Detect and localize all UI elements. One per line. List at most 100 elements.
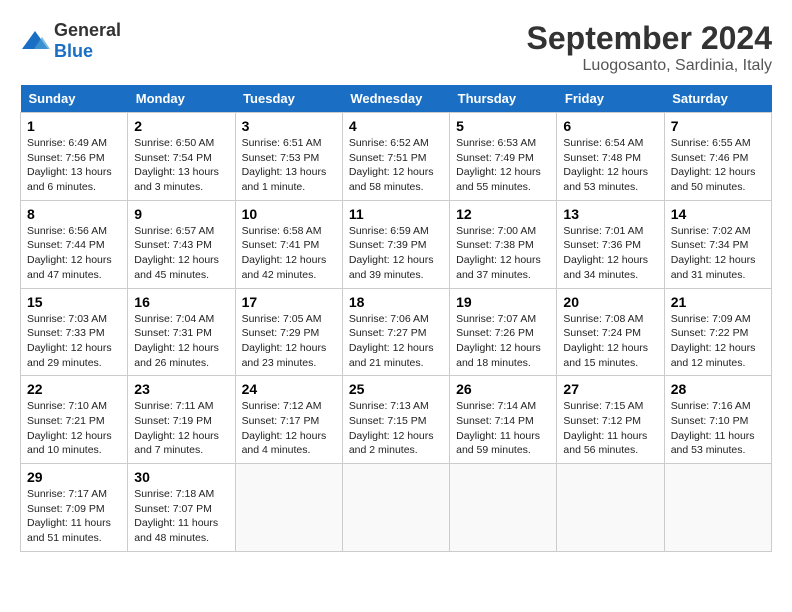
calendar-cell: 19 Sunrise: 7:07 AMSunset: 7:26 PMDaylig… xyxy=(450,288,557,376)
date-number: 4 xyxy=(349,118,443,134)
cell-info: Sunrise: 7:14 AMSunset: 7:14 PMDaylight:… xyxy=(456,400,540,456)
date-number: 27 xyxy=(563,381,657,397)
date-number: 28 xyxy=(671,381,765,397)
calendar-cell: 12 Sunrise: 7:00 AMSunset: 7:38 PMDaylig… xyxy=(450,200,557,288)
calendar-cell: 28 Sunrise: 7:16 AMSunset: 7:10 PMDaylig… xyxy=(664,376,771,464)
date-number: 3 xyxy=(242,118,336,134)
header-thursday: Thursday xyxy=(450,85,557,113)
calendar-cell: 1 Sunrise: 6:49 AMSunset: 7:56 PMDayligh… xyxy=(21,113,128,201)
calendar-cell: 3 Sunrise: 6:51 AMSunset: 7:53 PMDayligh… xyxy=(235,113,342,201)
cell-info: Sunrise: 7:09 AMSunset: 7:22 PMDaylight:… xyxy=(671,313,756,369)
calendar-cell xyxy=(235,464,342,552)
calendar-cell: 22 Sunrise: 7:10 AMSunset: 7:21 PMDaylig… xyxy=(21,376,128,464)
calendar-cell: 5 Sunrise: 6:53 AMSunset: 7:49 PMDayligh… xyxy=(450,113,557,201)
location-title: Luogosanto, Sardinia, Italy xyxy=(527,57,772,75)
calendar-cell: 10 Sunrise: 6:58 AMSunset: 7:41 PMDaylig… xyxy=(235,200,342,288)
cell-info: Sunrise: 6:55 AMSunset: 7:46 PMDaylight:… xyxy=(671,137,756,193)
calendar-cell: 14 Sunrise: 7:02 AMSunset: 7:34 PMDaylig… xyxy=(664,200,771,288)
date-number: 26 xyxy=(456,381,550,397)
date-number: 8 xyxy=(27,206,121,222)
cell-info: Sunrise: 6:54 AMSunset: 7:48 PMDaylight:… xyxy=(563,137,648,193)
date-number: 15 xyxy=(27,294,121,310)
week-row-5: 29 Sunrise: 7:17 AMSunset: 7:09 PMDaylig… xyxy=(21,464,772,552)
calendar-cell: 11 Sunrise: 6:59 AMSunset: 7:39 PMDaylig… xyxy=(342,200,449,288)
logo-text: General Blue xyxy=(54,20,121,62)
cell-info: Sunrise: 6:56 AMSunset: 7:44 PMDaylight:… xyxy=(27,225,112,281)
date-number: 16 xyxy=(134,294,228,310)
header-wednesday: Wednesday xyxy=(342,85,449,113)
date-number: 17 xyxy=(242,294,336,310)
calendar-cell xyxy=(342,464,449,552)
calendar-cell: 17 Sunrise: 7:05 AMSunset: 7:29 PMDaylig… xyxy=(235,288,342,376)
calendar-cell: 6 Sunrise: 6:54 AMSunset: 7:48 PMDayligh… xyxy=(557,113,664,201)
date-number: 5 xyxy=(456,118,550,134)
calendar-cell: 29 Sunrise: 7:17 AMSunset: 7:09 PMDaylig… xyxy=(21,464,128,552)
date-number: 14 xyxy=(671,206,765,222)
cell-info: Sunrise: 6:49 AMSunset: 7:56 PMDaylight:… xyxy=(27,137,112,193)
calendar-cell: 27 Sunrise: 7:15 AMSunset: 7:12 PMDaylig… xyxy=(557,376,664,464)
calendar-cell xyxy=(664,464,771,552)
date-number: 10 xyxy=(242,206,336,222)
date-number: 30 xyxy=(134,469,228,485)
calendar-header-row: SundayMondayTuesdayWednesdayThursdayFrid… xyxy=(21,85,772,113)
header-monday: Monday xyxy=(128,85,235,113)
date-number: 13 xyxy=(563,206,657,222)
calendar-cell: 23 Sunrise: 7:11 AMSunset: 7:19 PMDaylig… xyxy=(128,376,235,464)
page-header: General Blue September 2024 Luogosanto, … xyxy=(20,20,772,75)
cell-info: Sunrise: 6:52 AMSunset: 7:51 PMDaylight:… xyxy=(349,137,434,193)
calendar-cell: 18 Sunrise: 7:06 AMSunset: 7:27 PMDaylig… xyxy=(342,288,449,376)
date-number: 19 xyxy=(456,294,550,310)
date-number: 11 xyxy=(349,206,443,222)
calendar-table: SundayMondayTuesdayWednesdayThursdayFrid… xyxy=(20,85,772,552)
cell-info: Sunrise: 7:11 AMSunset: 7:19 PMDaylight:… xyxy=(134,400,219,456)
cell-info: Sunrise: 7:05 AMSunset: 7:29 PMDaylight:… xyxy=(242,313,327,369)
cell-info: Sunrise: 7:12 AMSunset: 7:17 PMDaylight:… xyxy=(242,400,327,456)
calendar-cell: 4 Sunrise: 6:52 AMSunset: 7:51 PMDayligh… xyxy=(342,113,449,201)
week-row-4: 22 Sunrise: 7:10 AMSunset: 7:21 PMDaylig… xyxy=(21,376,772,464)
cell-info: Sunrise: 6:59 AMSunset: 7:39 PMDaylight:… xyxy=(349,225,434,281)
date-number: 6 xyxy=(563,118,657,134)
date-number: 2 xyxy=(134,118,228,134)
date-number: 20 xyxy=(563,294,657,310)
date-number: 22 xyxy=(27,381,121,397)
date-number: 24 xyxy=(242,381,336,397)
calendar-cell: 2 Sunrise: 6:50 AMSunset: 7:54 PMDayligh… xyxy=(128,113,235,201)
calendar-cell: 25 Sunrise: 7:13 AMSunset: 7:15 PMDaylig… xyxy=(342,376,449,464)
calendar-cell: 16 Sunrise: 7:04 AMSunset: 7:31 PMDaylig… xyxy=(128,288,235,376)
calendar-cell: 15 Sunrise: 7:03 AMSunset: 7:33 PMDaylig… xyxy=(21,288,128,376)
cell-info: Sunrise: 7:03 AMSunset: 7:33 PMDaylight:… xyxy=(27,313,112,369)
calendar-cell: 30 Sunrise: 7:18 AMSunset: 7:07 PMDaylig… xyxy=(128,464,235,552)
calendar-cell: 26 Sunrise: 7:14 AMSunset: 7:14 PMDaylig… xyxy=(450,376,557,464)
date-number: 29 xyxy=(27,469,121,485)
cell-info: Sunrise: 7:07 AMSunset: 7:26 PMDaylight:… xyxy=(456,313,541,369)
date-number: 21 xyxy=(671,294,765,310)
calendar-cell xyxy=(557,464,664,552)
date-number: 23 xyxy=(134,381,228,397)
date-number: 1 xyxy=(27,118,121,134)
cell-info: Sunrise: 7:13 AMSunset: 7:15 PMDaylight:… xyxy=(349,400,434,456)
date-number: 9 xyxy=(134,206,228,222)
cell-info: Sunrise: 6:58 AMSunset: 7:41 PMDaylight:… xyxy=(242,225,327,281)
date-number: 12 xyxy=(456,206,550,222)
header-friday: Friday xyxy=(557,85,664,113)
cell-info: Sunrise: 6:53 AMSunset: 7:49 PMDaylight:… xyxy=(456,137,541,193)
header-saturday: Saturday xyxy=(664,85,771,113)
logo: General Blue xyxy=(20,20,121,62)
week-row-1: 1 Sunrise: 6:49 AMSunset: 7:56 PMDayligh… xyxy=(21,113,772,201)
date-number: 18 xyxy=(349,294,443,310)
calendar-cell: 13 Sunrise: 7:01 AMSunset: 7:36 PMDaylig… xyxy=(557,200,664,288)
title-section: September 2024 Luogosanto, Sardinia, Ita… xyxy=(527,20,772,75)
calendar-cell: 20 Sunrise: 7:08 AMSunset: 7:24 PMDaylig… xyxy=(557,288,664,376)
cell-info: Sunrise: 7:18 AMSunset: 7:07 PMDaylight:… xyxy=(134,488,218,544)
cell-info: Sunrise: 7:00 AMSunset: 7:38 PMDaylight:… xyxy=(456,225,541,281)
week-row-3: 15 Sunrise: 7:03 AMSunset: 7:33 PMDaylig… xyxy=(21,288,772,376)
header-sunday: Sunday xyxy=(21,85,128,113)
header-tuesday: Tuesday xyxy=(235,85,342,113)
calendar-cell: 7 Sunrise: 6:55 AMSunset: 7:46 PMDayligh… xyxy=(664,113,771,201)
cell-info: Sunrise: 7:16 AMSunset: 7:10 PMDaylight:… xyxy=(671,400,755,456)
calendar-cell: 24 Sunrise: 7:12 AMSunset: 7:17 PMDaylig… xyxy=(235,376,342,464)
cell-info: Sunrise: 6:50 AMSunset: 7:54 PMDaylight:… xyxy=(134,137,219,193)
cell-info: Sunrise: 7:01 AMSunset: 7:36 PMDaylight:… xyxy=(563,225,648,281)
logo-blue: Blue xyxy=(54,41,93,61)
date-number: 7 xyxy=(671,118,765,134)
